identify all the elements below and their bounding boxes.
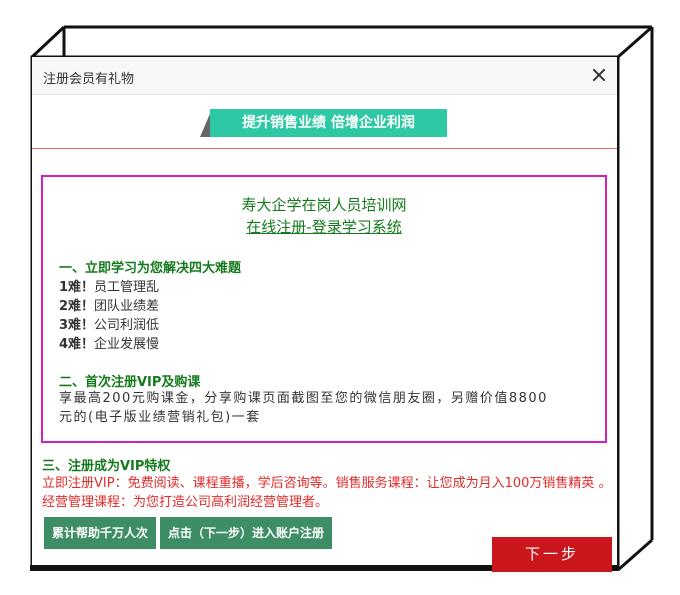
problem-item: 1难！员工管理乱: [59, 276, 159, 295]
problem-num: 4难！: [59, 337, 95, 352]
problem-item: 4难！企业发展慢: [59, 333, 159, 352]
problem-text: 员工管理乱: [94, 280, 160, 295]
next-step-button[interactable]: 下一步: [492, 537, 612, 572]
banner-slogan: 提升销售业绩 倍增企业利润: [210, 109, 447, 137]
divider: [32, 148, 617, 149]
problem-num: 1难！: [59, 280, 95, 295]
dialog-header: 注册会员有礼物: [32, 57, 617, 95]
close-icon[interactable]: [590, 66, 608, 84]
problem-num: 3难！: [59, 318, 95, 333]
promo-title: 寿大企学在岗人员培训网: [241, 196, 407, 214]
problem-text: 团队业绩差: [94, 299, 160, 314]
section2-heading: 二、首次注册VIP及购课: [59, 375, 201, 390]
dialog-title: 注册会员有礼物: [43, 72, 135, 87]
section2-description: 享最高200元购课金，分享购课页面截图至您的微信朋友圈，另赠价值8800元的(电…: [59, 391, 548, 425]
vip-privileges-text: 立即注册VIP：免费阅读、课程重播，学后咨询等。销售服务课程：让您成为月入100…: [42, 476, 612, 510]
problem-item: 3难！公司利润低: [59, 314, 159, 333]
helped-count-button[interactable]: 累计帮助千万人次: [44, 517, 156, 549]
register-login-link[interactable]: 在线注册-登录学习系统: [246, 218, 401, 236]
promo-box: 寿大企学在岗人员培训网 在线注册-登录学习系统 一、立即学习为您解决四大难题 1…: [41, 175, 607, 443]
problem-text: 企业发展慢: [94, 337, 160, 352]
problem-num: 2难！: [59, 299, 95, 314]
register-dialog: 注册会员有礼物 提升销售业绩 倍增企业利润 寿大企学在岗人员培训网 在线注册-登…: [32, 57, 617, 569]
vip-heading: 三、注册成为VIP特权: [42, 459, 171, 474]
problem-text: 公司利润低: [94, 318, 160, 333]
register-account-button[interactable]: 点击（下一步）进入账户注册: [160, 517, 332, 549]
register-login-link-row: 在线注册-登录学习系统: [43, 216, 605, 237]
problem-item: 2难！团队业绩差: [59, 295, 159, 314]
section1-heading: 一、立即学习为您解决四大难题: [59, 261, 242, 276]
